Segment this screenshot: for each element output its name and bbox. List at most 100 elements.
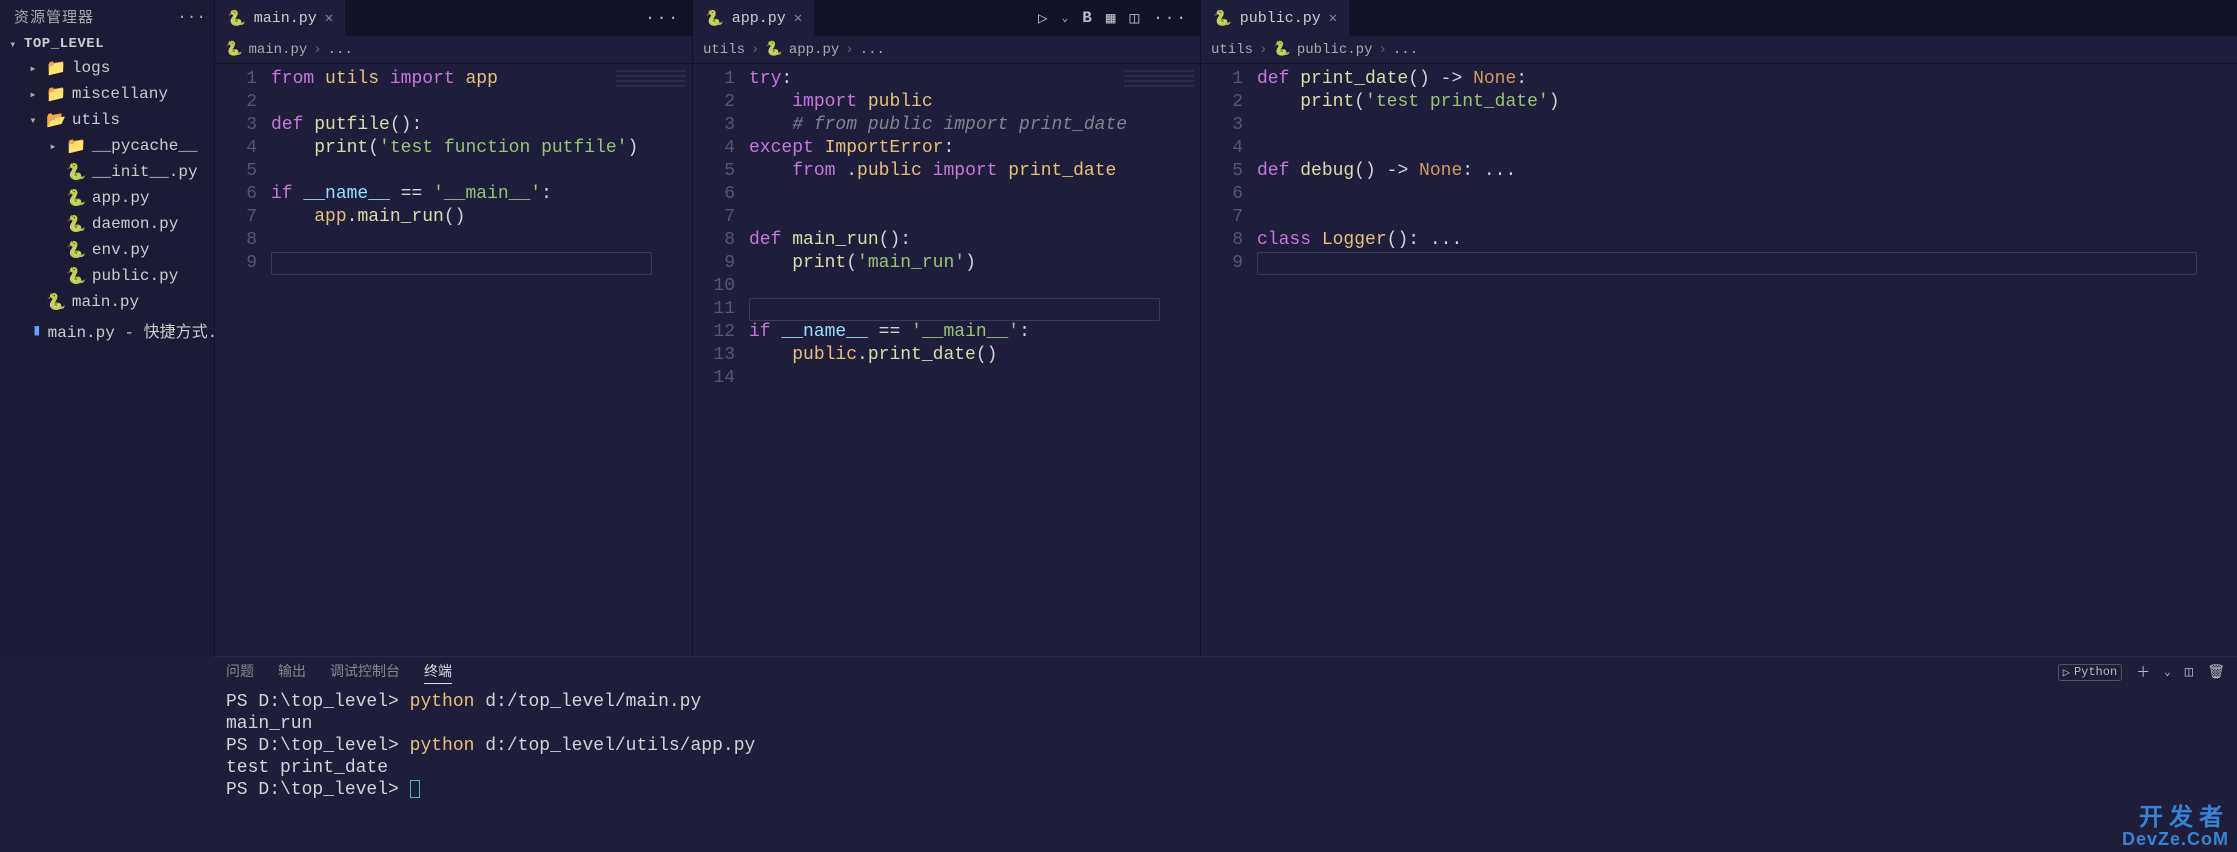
terminal-cursor: [410, 780, 420, 798]
explorer-sidebar: 资源管理器 ··· ▾ TOP_LEVEL ▸ 📁 logs ▸ 📁 miscellany…: [0, 0, 214, 656]
tree-item[interactable]: 🐍 main.py: [6, 289, 214, 315]
breadcrumb-item[interactable]: utils: [703, 42, 745, 58]
tree-item[interactable]: ▮main.py - 快捷方式.lnk: [6, 315, 214, 345]
tree-item-label: logs: [72, 59, 110, 77]
minimap[interactable]: [1124, 70, 1194, 96]
tree-item-label: __pycache__: [92, 137, 198, 155]
tab-label: main.py: [254, 10, 317, 27]
chevron-down-icon[interactable]: ⌄: [2164, 665, 2171, 679]
explorer-title: 资源管理器: [14, 6, 94, 27]
python-icon: 🐍: [66, 266, 86, 286]
chevron-down-icon[interactable]: ⌄: [1062, 11, 1069, 25]
tree-item-label: main.py: [72, 293, 139, 311]
breadcrumb-separator-icon: ›: [313, 42, 321, 58]
tree-item[interactable]: 🐍 app.py: [6, 185, 214, 211]
bold-icon[interactable]: B: [1082, 9, 1092, 27]
tab-main-py[interactable]: 🐍 main.py ✕: [215, 0, 346, 36]
chevron-down-icon: ▾: [26, 113, 40, 128]
folder-icon: 📂: [46, 110, 66, 130]
tree-item-label: public.py: [92, 267, 178, 285]
split-terminal-icon[interactable]: ◫: [2185, 664, 2193, 681]
breadcrumb-item[interactable]: public.py: [1297, 42, 1373, 58]
folder-icon: 📁: [66, 136, 86, 156]
breadcrumb[interactable]: utils›🐍 public.py›...: [1201, 36, 2237, 64]
trash-icon[interactable]: 🗑: [2207, 664, 2225, 681]
tree-item-label: __init__.py: [92, 163, 198, 181]
close-icon[interactable]: ✕: [325, 10, 333, 27]
file-tree: ▸📁logs▸📁miscellany▾📂utils▸📁__pycache__🐍_…: [0, 55, 214, 345]
python-icon: 🐍: [66, 214, 86, 234]
breadcrumb-item[interactable]: ...: [328, 42, 353, 58]
save-all-icon[interactable]: ▦: [1106, 8, 1116, 28]
python-icon: 🐍: [66, 188, 86, 208]
breadcrumb-item[interactable]: main.py: [248, 42, 307, 58]
editor-group-3: 🐍 public.py ✕ utils›🐍 public.py›... 1234…: [1200, 0, 2237, 656]
tree-item-label: utils: [72, 111, 120, 129]
split-editor-icon[interactable]: ◫: [1130, 8, 1140, 28]
tree-item[interactable]: ▸ 📁 __pycache__: [6, 133, 214, 159]
code-editor[interactable]: 123456789 def print_date() -> None: prin…: [1201, 64, 2237, 656]
new-terminal-icon[interactable]: ＋: [2136, 662, 2150, 682]
chevron-down-icon: ▾: [6, 37, 20, 52]
python-icon: 🐍: [1273, 41, 1290, 58]
tree-item[interactable]: ▾ 📂 utils: [6, 107, 214, 133]
close-icon[interactable]: ✕: [1329, 10, 1337, 27]
python-icon: 🐍: [705, 9, 724, 28]
tree-item[interactable]: 🐍 env.py: [6, 237, 214, 263]
tab-public-py[interactable]: 🐍 public.py ✕: [1201, 0, 1350, 36]
code-editor[interactable]: 1234567891011121314 try: import public #…: [693, 64, 1200, 656]
breadcrumb[interactable]: 🐍 main.py›...: [215, 36, 692, 64]
python-icon: 🐍: [765, 41, 782, 58]
breadcrumb-item[interactable]: ...: [860, 42, 885, 58]
editor-group-1: 🐍 main.py ✕ ··· 🐍 main.py ›... 123456789 …: [214, 0, 692, 656]
tab-label: public.py: [1240, 10, 1321, 27]
breadcrumb[interactable]: utils › 🐍 app.py ›...: [693, 36, 1200, 64]
terminal-shell-selector[interactable]: ▷ Python: [2058, 664, 2122, 681]
panel: 问题 输出 调试控制台 终端 ▷ Python ＋ ⌄ ◫ 🗑 PS D:\top_l…: [214, 656, 2237, 852]
panel-tab[interactable]: 问题: [226, 661, 254, 684]
tree-item[interactable]: ▸ 📁 logs: [6, 55, 214, 81]
close-icon[interactable]: ✕: [794, 10, 802, 27]
python-icon: 🐍: [66, 240, 86, 260]
editor-more-icon[interactable]: ···: [1153, 9, 1188, 27]
terminal[interactable]: PS D:\top_level> python d:/top_level/mai…: [214, 687, 2237, 852]
folder-icon: 📁: [46, 58, 66, 78]
file-icon: ▮: [32, 320, 42, 340]
breadcrumb-separator-icon: ›: [1259, 42, 1267, 58]
tab-label: app.py: [732, 10, 786, 27]
chevron-right-icon: ▸: [26, 61, 40, 76]
tree-item-label: daemon.py: [92, 215, 178, 233]
python-icon: 🐍: [66, 162, 86, 182]
panel-tab[interactable]: 输出: [278, 661, 306, 684]
project-name: TOP_LEVEL: [24, 36, 104, 52]
panel-tab[interactable]: 调试控制台: [330, 661, 400, 684]
shell-label: Python: [2074, 665, 2117, 679]
terminal-icon: ▷: [2063, 665, 2070, 680]
tree-item[interactable]: ▸📁miscellany: [6, 81, 214, 107]
panel-tab[interactable]: 终端: [424, 661, 452, 684]
project-root[interactable]: ▾ TOP_LEVEL: [0, 33, 214, 55]
minimap[interactable]: [616, 70, 686, 96]
breadcrumb-separator-icon: ›: [751, 42, 759, 58]
breadcrumb-separator-icon: ›: [845, 42, 853, 58]
tree-item[interactable]: 🐍 public.py: [6, 263, 214, 289]
tree-item-label: env.py: [92, 241, 150, 259]
folder-icon: 📁: [46, 84, 66, 104]
run-icon[interactable]: ▷: [1038, 8, 1048, 28]
tree-item[interactable]: 🐍 __init__.py: [6, 159, 214, 185]
breadcrumb-item[interactable]: app.py: [789, 42, 839, 58]
tree-item[interactable]: 🐍 daemon.py: [6, 211, 214, 237]
chevron-right-icon: ▸: [46, 139, 60, 154]
code-editor[interactable]: 123456789 from utils import appdef putfi…: [215, 64, 692, 656]
breadcrumb-item[interactable]: utils: [1211, 42, 1253, 58]
python-icon: 🐍: [227, 9, 246, 28]
breadcrumb-item[interactable]: ...: [1393, 42, 1418, 58]
editor-group-2: 🐍 app.py ✕ ▷ ⌄ B ▦ ◫ ··· utils › 🐍 app.py ›…: [692, 0, 1200, 656]
tab-app-py[interactable]: 🐍 app.py ✕: [693, 0, 815, 36]
editor-more-icon[interactable]: ···: [645, 9, 680, 27]
tree-item-label: miscellany: [72, 85, 168, 103]
tree-item-label: app.py: [92, 189, 150, 207]
python-icon: 🐍: [46, 292, 66, 312]
explorer-more-icon[interactable]: ···: [177, 8, 206, 26]
python-icon: 🐍: [1213, 9, 1232, 28]
